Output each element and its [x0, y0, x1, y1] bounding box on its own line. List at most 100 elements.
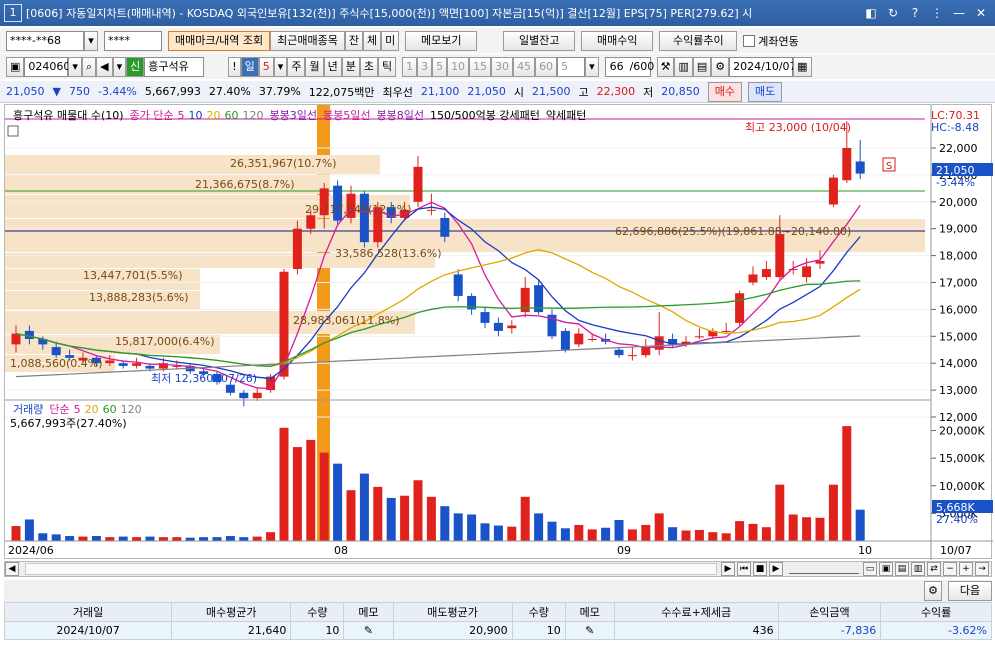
stock-dropdown-icon[interactable]: ▾ [68, 56, 82, 77]
chart-area[interactable]: 26,351,967(10.7%) 21,366,675(8.7%) 29,717,… [4, 104, 993, 560]
interval-1[interactable]: 1 [402, 56, 418, 77]
stock-code-input[interactable]: 024060 [24, 56, 70, 77]
volume-bars [11, 426, 865, 541]
volume-ma-label: 단순 [49, 403, 69, 416]
recent-trades-button[interactable]: 최근매매종목 [270, 30, 345, 51]
data-count-input[interactable]: 66 [604, 56, 627, 77]
period-tab-month[interactable]: 월 [305, 56, 324, 77]
buy-button[interactable]: 매수 [707, 81, 743, 102]
link-window-icon[interactable]: ◧ [863, 5, 879, 21]
candle-body [560, 330, 570, 350]
return-trend-button[interactable]: 수익률추이 [659, 30, 738, 51]
zoom-slider[interactable] [789, 564, 859, 574]
search-icon[interactable]: ⌕ [81, 56, 97, 77]
interval-select[interactable]: 5 [557, 56, 586, 77]
candle-body [453, 274, 463, 296]
profile-label: 21,366,675(8.7%) [195, 178, 295, 191]
period-count-input[interactable]: 5 [258, 56, 274, 77]
alert-icon[interactable]: ! [228, 56, 241, 77]
zoom-in-icon[interactable]: + [959, 562, 973, 576]
close-icon[interactable]: ✕ [973, 5, 989, 21]
candle-body [775, 234, 785, 278]
interval-5[interactable]: 5 [432, 56, 448, 77]
price-tick-label: 19,000 [939, 223, 978, 236]
minimize-icon[interactable]: — [951, 5, 967, 21]
trade-amount: 122,075백만 [308, 85, 375, 99]
table-row[interactable]: 2024/10/07 21,640 10 ✎ 20,900 10 ✎ 436 -… [3, 621, 992, 640]
period-day-tab[interactable]: 일 [240, 56, 259, 77]
chart-scrollbar[interactable] [25, 563, 717, 575]
data-count-total: /600 [626, 56, 654, 77]
period-dropdown-icon[interactable]: ▾ [273, 56, 288, 77]
scroll-left-icon[interactable]: ◀ [5, 562, 19, 576]
account-dropdown-icon[interactable]: ▾ [84, 30, 98, 51]
sell-button[interactable]: 매도 [748, 81, 783, 102]
col-buy-avg: 매수평균가 [171, 602, 292, 622]
date-input[interactable]: 2024/10/07 [729, 56, 797, 77]
unexecuted-button[interactable]: 미 [381, 30, 400, 51]
next-button[interactable]: 다음 [948, 581, 992, 601]
scroll-right-icon[interactable]: ▶ [721, 562, 735, 576]
save-icon[interactable]: ▤ [692, 56, 712, 77]
daily-balance-button[interactable]: 일별잔고 [503, 30, 576, 51]
volume-bar [735, 521, 745, 541]
period-tab-tick[interactable]: 틱 [377, 56, 397, 77]
stop-icon[interactable]: ■ [753, 562, 767, 576]
price-volume-chart[interactable]: 26,351,967(10.7%) 21,366,675(8.7%) 29,717,… [5, 105, 993, 560]
vol-ma-60: 60 [103, 403, 117, 416]
period-tab-year[interactable]: 년 [323, 56, 342, 77]
period-tab-minute[interactable]: 분 [341, 56, 360, 77]
memo-icon[interactable]: ✎ [343, 621, 394, 640]
refresh-icon[interactable]: ↻ [885, 5, 901, 21]
volume-bar [453, 513, 463, 541]
first-icon[interactable]: ⏮ [737, 562, 751, 576]
password-input[interactable]: **** [104, 30, 162, 51]
help-icon[interactable]: ? [907, 5, 923, 21]
period-tab-week[interactable]: 주 [287, 56, 306, 77]
overlay-icon[interactable]: ▤ [895, 562, 909, 576]
reset-zoom-icon[interactable]: → [975, 562, 989, 576]
layout-icon[interactable]: ▣ [6, 56, 25, 77]
price-tick-label: 18,000 [939, 250, 978, 263]
account-input[interactable]: ****-**68 [6, 30, 84, 51]
trade-profit-button[interactable]: 매매수익 [581, 30, 654, 51]
trade-marks-button[interactable]: 매매마크/내역 조회 [168, 30, 271, 51]
interval-3[interactable]: 3 [417, 56, 433, 77]
more-icon[interactable]: ⋮ [929, 5, 945, 21]
settings-icon[interactable]: ⚙ [711, 56, 730, 77]
table-settings-icon[interactable]: ⚙ [924, 581, 942, 601]
memo-icon[interactable]: ✎ [564, 621, 615, 640]
chart-type-icon[interactable]: ▥ [674, 56, 693, 77]
play-icon[interactable]: ▶ [769, 562, 783, 576]
interval-10[interactable]: 10 [447, 56, 470, 77]
interval-30[interactable]: 30 [491, 56, 514, 77]
speaker-icon[interactable]: ◀ [96, 56, 113, 77]
volume-bar [802, 517, 812, 541]
memo-view-button[interactable]: 메모보기 [405, 30, 478, 51]
calendar-icon[interactable]: ▦ [793, 56, 812, 77]
gap-icon[interactable]: ⇄ [927, 562, 941, 576]
window-title: [0606] 자동일지차트(매매내역) - KOSDAQ 외국인보유[132(천… [26, 7, 753, 20]
balance-button[interactable]: 잔 [344, 30, 364, 51]
volume-bar [400, 495, 410, 541]
volume-bar [239, 537, 249, 541]
xaxis-label-3: 10 [858, 544, 872, 557]
menu-dropdown-icon[interactable]: ▾ [112, 56, 127, 77]
grid-toggle-icon[interactable] [7, 125, 19, 137]
zoom-out-icon[interactable]: − [943, 562, 957, 576]
copy-icon[interactable]: ▭ [863, 562, 877, 576]
interval-dropdown-icon[interactable]: ▾ [585, 56, 599, 77]
volume-bar [212, 537, 222, 541]
interval-15[interactable]: 15 [469, 56, 492, 77]
volume-bar [199, 537, 209, 541]
volume-bar [225, 536, 235, 541]
volume-bar [172, 537, 182, 541]
print-icon[interactable]: ▥ [911, 562, 925, 576]
period-tab-second[interactable]: 초 [359, 56, 378, 77]
tools-icon[interactable]: ⚒ [656, 56, 675, 77]
capture-icon[interactable]: ▣ [879, 562, 893, 576]
interval-60[interactable]: 60 [535, 56, 558, 77]
executed-button[interactable]: 체 [363, 30, 382, 51]
interval-45[interactable]: 45 [513, 56, 536, 77]
account-link-checkbox[interactable] [743, 34, 756, 47]
